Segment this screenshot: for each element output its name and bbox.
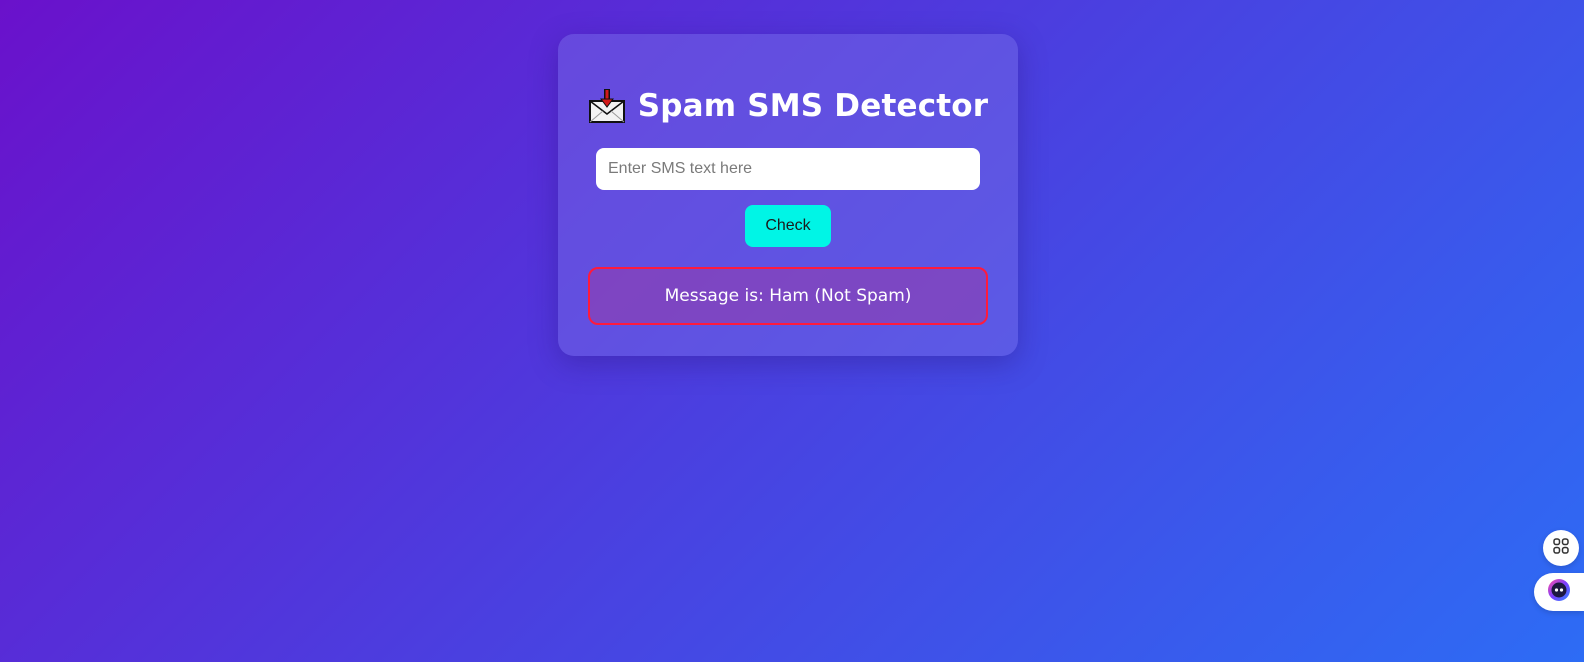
check-button[interactable]: Check: [745, 205, 831, 247]
sms-text-input[interactable]: [596, 148, 980, 190]
apps-grid-icon: [1552, 537, 1570, 560]
assistant-face-icon: [1546, 577, 1572, 608]
apps-grid-button[interactable]: [1543, 530, 1579, 566]
result-text: Message is: Ham (Not Spam): [664, 286, 912, 306]
result-message: Message is: Ham (Not Spam): [588, 267, 988, 325]
title-row: Spam SMS Detector: [558, 88, 1018, 124]
detector-card: Spam SMS Detector Check Message is: Ham …: [558, 34, 1018, 356]
envelope-with-arrow-icon: [588, 88, 626, 124]
page-title: Spam SMS Detector: [637, 88, 989, 124]
assistant-button[interactable]: [1534, 573, 1584, 611]
